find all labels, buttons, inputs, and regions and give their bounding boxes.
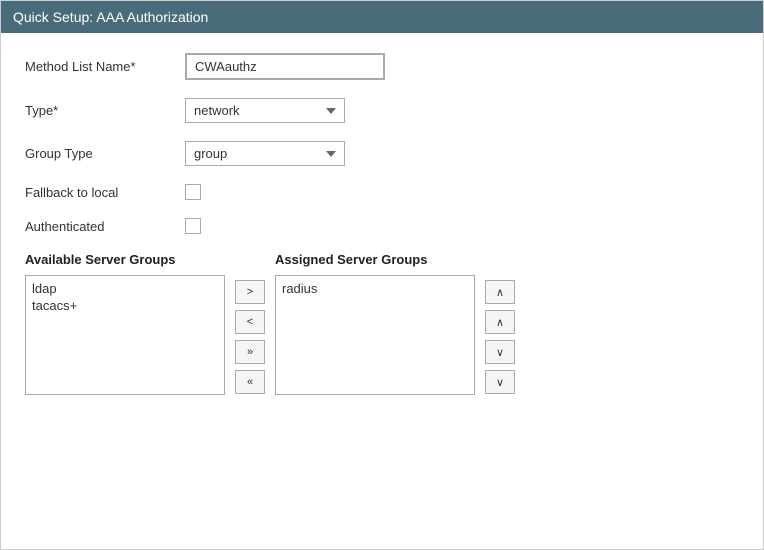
assigned-server-list[interactable]: radius [275,275,475,395]
group-type-select[interactable]: group local [185,141,345,166]
assigned-server-groups-label: Assigned Server Groups [275,252,475,267]
method-list-name-label: Method List Name* [25,59,185,74]
available-server-groups-label: Available Server Groups [25,252,225,267]
method-list-name-input[interactable] [185,53,385,80]
order-col: ∧ ∧ ∨ ∨ [485,280,515,394]
authenticated-checkbox[interactable] [185,218,201,234]
add-all-icon: » [247,346,253,358]
move-top-button[interactable]: ∧ [485,280,515,304]
move-bottom-icon: ∨ [496,376,504,389]
type-row: Type* network exec commands [25,98,739,123]
window-title: Quick Setup: AAA Authorization [13,9,208,25]
add-button[interactable]: > [235,280,265,304]
move-up-button[interactable]: ∧ [485,310,515,334]
move-up-icon: ∧ [496,316,504,329]
fallback-checkbox[interactable] [185,184,201,200]
group-type-row: Group Type group local [25,141,739,166]
arrows-col: > < » « [235,280,265,394]
available-server-groups-col: Available Server Groups ldap tacacs+ [25,252,225,395]
assigned-server-groups-col: Assigned Server Groups radius [275,252,475,395]
move-down-icon: ∨ [496,346,504,359]
available-server-list[interactable]: ldap tacacs+ [25,275,225,395]
move-bottom-button[interactable]: ∨ [485,370,515,394]
remove-button[interactable]: < [235,310,265,334]
remove-all-icon: « [247,376,253,388]
method-list-name-row: Method List Name* [25,53,739,80]
list-item[interactable]: radius [280,280,470,297]
title-bar: Quick Setup: AAA Authorization [1,1,763,33]
main-window: Quick Setup: AAA Authorization Method Li… [0,0,764,550]
list-item[interactable]: tacacs+ [30,297,220,314]
add-all-button[interactable]: » [235,340,265,364]
group-type-label: Group Type [25,146,185,161]
move-down-button[interactable]: ∨ [485,340,515,364]
remove-icon: < [247,316,253,328]
authenticated-label: Authenticated [25,219,185,234]
server-groups-section: Available Server Groups ldap tacacs+ > <… [25,252,739,395]
fallback-label: Fallback to local [25,185,185,200]
type-select[interactable]: network exec commands [185,98,345,123]
move-top-icon: ∧ [496,286,504,299]
fallback-row: Fallback to local [25,184,739,200]
remove-all-button[interactable]: « [235,370,265,394]
add-icon: > [247,286,253,298]
content-area: Method List Name* Type* network exec com… [1,33,763,415]
list-item[interactable]: ldap [30,280,220,297]
type-label: Type* [25,103,185,118]
authenticated-row: Authenticated [25,218,739,234]
